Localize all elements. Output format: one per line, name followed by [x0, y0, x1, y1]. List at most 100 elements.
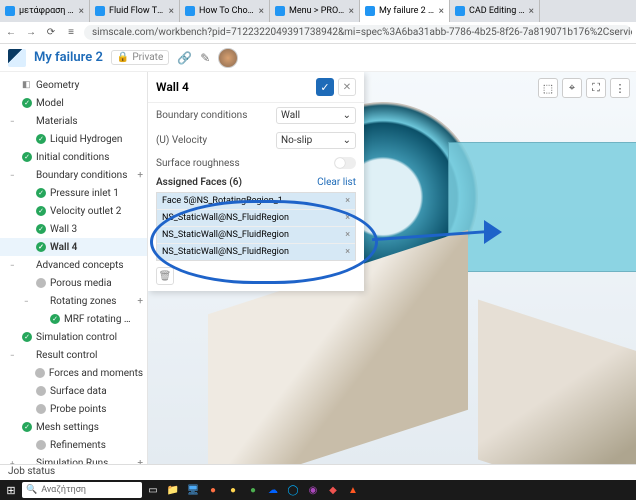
fit-icon[interactable]: ⬚ [538, 78, 558, 98]
status-dot-icon: ✓ [36, 206, 46, 216]
close-tab-icon[interactable]: × [259, 6, 264, 17]
tree-item[interactable]: ✓Initial conditions [0, 148, 147, 166]
forward-icon[interactable]: → [24, 27, 38, 38]
confirm-button[interactable]: ✓ [316, 78, 334, 96]
tree-item[interactable]: Refinements [0, 436, 147, 454]
taskbar-app-icon[interactable]: ▲ [344, 481, 362, 499]
face-row[interactable]: NS_StaticWall@NS_FluidRegion× [157, 227, 355, 244]
tree-item[interactable]: ✓ MRF rotating … [0, 310, 147, 328]
tree-label: Simulation control [36, 332, 117, 343]
tree-label: MRF rotating … [64, 314, 131, 325]
tree-item[interactable]: −Materials [0, 112, 147, 130]
tree-label: Wall 3 [50, 224, 77, 235]
browser-tab[interactable]: My failure 2 | SimSc… × [360, 0, 450, 22]
remove-face-icon[interactable]: × [345, 247, 350, 257]
close-tab-icon[interactable]: × [349, 6, 354, 17]
remove-face-icon[interactable]: × [345, 213, 350, 223]
chevron-down-icon: ⌄ [343, 135, 351, 146]
expand-icon[interactable]: − [24, 297, 32, 306]
edit-icon[interactable]: ✎ [200, 51, 210, 65]
tab-label: My failure 2 | SimSc… [379, 6, 435, 16]
browser-tab[interactable]: μετάφραση - Αναζ…× [0, 0, 90, 22]
velocity-select[interactable]: No-slip⌄ [276, 132, 356, 149]
taskbar-app-icon[interactable]: ☁ [264, 481, 282, 499]
tree-item[interactable]: −Rotating zones+ [0, 292, 147, 310]
taskbar-app-icon[interactable]: ◯ [284, 481, 302, 499]
expand-icon[interactable]: − [10, 351, 18, 360]
tree-item[interactable]: ✓Simulation control [0, 328, 147, 346]
more-icon[interactable]: ⋮ [610, 78, 630, 98]
face-row[interactable]: NS_StaticWall@NS_FluidRegion× [157, 210, 355, 227]
face-row[interactable]: NS_StaticWall@NS_FluidRegion× [157, 244, 355, 260]
close-tab-icon[interactable]: × [529, 6, 534, 17]
taskbar-app-icon[interactable]: ● [244, 481, 262, 499]
browser-tab[interactable]: Menu > PROJECT …× [270, 0, 360, 22]
tree-item[interactable]: Forces and moments [0, 364, 147, 382]
address-bar[interactable]: simscale.com/workbench?pid=7122322049391… [84, 25, 632, 40]
site-info-icon[interactable]: ≡ [64, 27, 78, 38]
tree-item[interactable]: ✓Liquid Hydrogen [0, 130, 147, 148]
taskbar-app-icon[interactable]: ◉ [304, 481, 322, 499]
delete-button[interactable]: 🗑 [156, 267, 174, 285]
close-tab-icon[interactable]: × [79, 6, 84, 17]
job-status-bar[interactable]: Job status [0, 464, 636, 480]
tree-item[interactable]: ✓Velocity outlet 2 [0, 202, 147, 220]
link-icon[interactable]: 🔗 [177, 51, 192, 65]
windows-taskbar: ⊞ 🔍 Αναζήτηση ▭ 📁 🖥 ● ● ● ☁ ◯ ◉ ◆ ▲ [0, 480, 636, 500]
expand-icon[interactable]: − [10, 261, 18, 270]
status-dot-icon: ✓ [22, 152, 32, 162]
tree-item[interactable]: Porous media [0, 274, 147, 292]
taskbar-app-icon[interactable]: ● [224, 481, 242, 499]
tree-item[interactable]: Probe points [0, 400, 147, 418]
camera-icon[interactable]: ⌖ [562, 78, 582, 98]
tree-item[interactable]: −Result control [0, 346, 147, 364]
project-title[interactable]: My failure 2 [34, 50, 103, 65]
taskbar-app-icon[interactable]: 📁 [164, 481, 182, 499]
bc-type-select[interactable]: Wall⌄ [276, 107, 356, 124]
status-dot-icon: ✓ [50, 314, 60, 324]
start-button[interactable]: ⊞ [2, 481, 20, 499]
expand-icon[interactable]: − [10, 117, 18, 126]
privacy-badge[interactable]: 🔒Private [111, 50, 169, 65]
tree-item[interactable]: ✓Model [0, 94, 147, 112]
tree-item[interactable]: ✓Pressure inlet 1 [0, 184, 147, 202]
browser-tab[interactable]: How To Choose Bet…× [180, 0, 270, 22]
expand-icon[interactable]: ⛶ [586, 78, 606, 98]
close-panel-button[interactable]: ✕ [338, 78, 356, 96]
tree-item[interactable]: Surface data [0, 382, 147, 400]
clear-list-link[interactable]: Clear list [317, 177, 356, 188]
3d-viewport[interactable]: ◫ ◉ ✦ ▣ ↖ ⬚ ⌖ ⛶ ⋮ Wall 4 ✓ ✕ Boundary co… [148, 72, 636, 464]
expand-icon[interactable]: − [10, 171, 18, 180]
close-tab-icon[interactable]: × [439, 6, 444, 17]
taskbar-app-icon[interactable]: ◆ [324, 481, 342, 499]
add-icon[interactable]: + [137, 170, 143, 181]
taskbar-app-icon[interactable]: ● [204, 481, 222, 499]
taskbar-search[interactable]: 🔍 Αναζήτηση [22, 482, 142, 498]
remove-face-icon[interactable]: × [345, 230, 350, 240]
browser-tab[interactable]: CAD Editing in SimS…× [450, 0, 540, 22]
back-icon[interactable]: ← [4, 27, 18, 38]
tree-item[interactable]: ✓Wall 3 [0, 220, 147, 238]
add-icon[interactable]: + [137, 296, 143, 307]
tree-item[interactable]: −Boundary conditions+ [0, 166, 147, 184]
tree-item[interactable]: ◧Geometry [0, 76, 147, 94]
tree-item[interactable]: ✓Mesh settings [0, 418, 147, 436]
tree-label: Surface data [50, 386, 107, 397]
browser-tab[interactable]: Fluid Flow Through E…× [90, 0, 180, 22]
taskbar-app-icon[interactable]: 🖥 [184, 481, 202, 499]
simulation-tree: ◧Geometry✓Model−Materials✓Liquid Hydroge… [0, 72, 148, 464]
tree-item[interactable]: ✓Wall 4 [0, 238, 147, 256]
face-row[interactable]: Face 5@NS_RotatingRegion_1× [157, 193, 355, 210]
roughness-toggle[interactable] [334, 157, 356, 169]
user-avatar[interactable] [218, 48, 238, 68]
boundary-condition-panel: Wall 4 ✓ ✕ Boundary conditions Wall⌄ (U)… [148, 72, 364, 291]
tree-item[interactable]: −Advanced concepts [0, 256, 147, 274]
reload-icon[interactable]: ⟳ [44, 27, 58, 38]
app-header: My failure 2 🔒Private 🔗 ✎ [0, 44, 636, 72]
close-tab-icon[interactable]: × [169, 6, 174, 17]
status-dot-icon [36, 440, 46, 450]
status-dot-icon [36, 386, 46, 396]
remove-face-icon[interactable]: × [345, 196, 350, 206]
task-view-icon[interactable]: ▭ [144, 481, 162, 499]
tree-item[interactable]: +Simulation Runs+ [0, 454, 147, 464]
